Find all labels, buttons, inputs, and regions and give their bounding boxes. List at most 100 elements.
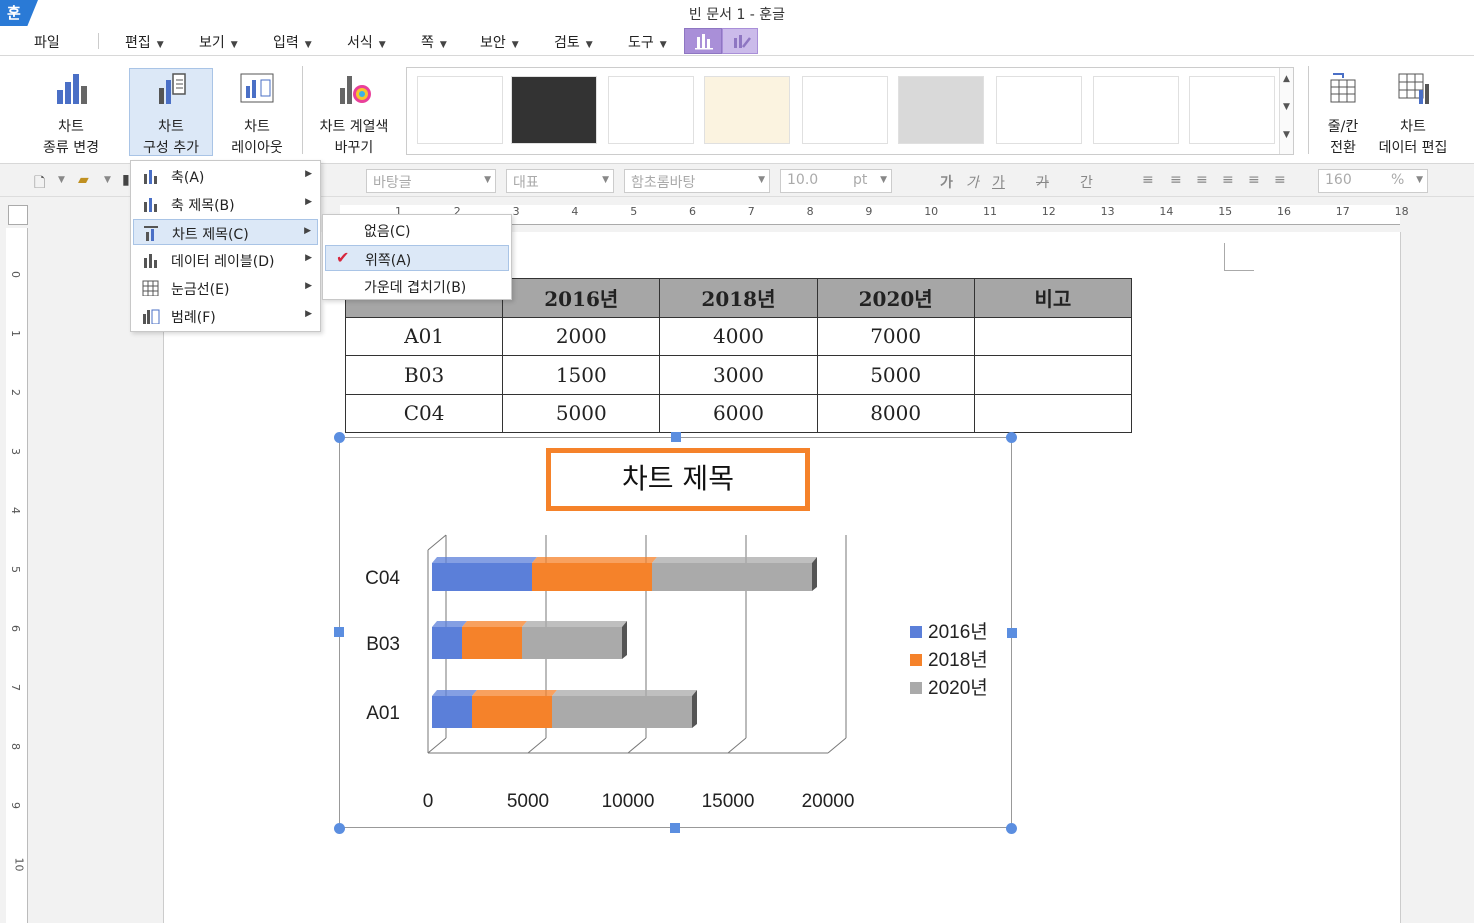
ruler-tick-label: 1 — [9, 330, 22, 337]
chart-title[interactable]: 차트 제목 — [546, 448, 810, 511]
add-chart-element-button[interactable]: 차트 구성 추가 — [129, 68, 213, 156]
change-chart-type-button[interactable]: 차트 종류 변경 — [34, 70, 108, 159]
gallery-scrollbar[interactable]: ▲ ▼ ▼ — [1279, 68, 1293, 154]
resize-handle[interactable] — [334, 432, 345, 443]
table-cell[interactable]: 4000 — [659, 316, 818, 356]
vertical-ruler[interactable]: 0 1 2 3 4 5 6 7 8 9 10 — [6, 228, 28, 923]
data-table[interactable]: 2016년 2018년 2020년 비고 A01 2000 4000 7000 … — [344, 278, 1133, 433]
change-series-color-button[interactable]: 차트 계열색 바꾸기 — [312, 70, 396, 159]
chart-style-thumb[interactable] — [1189, 76, 1275, 144]
table-cell[interactable]: 8000 — [816, 393, 975, 433]
table-cell[interactable]: 1500 — [502, 355, 661, 395]
table-header-cell[interactable]: 2020년 — [816, 278, 975, 318]
menu-review[interactable]: 검토 ▼ — [554, 32, 593, 52]
strikethrough-icon[interactable]: 가 — [1036, 172, 1049, 192]
menu-tools[interactable]: 도구 ▼ — [628, 32, 667, 52]
font-select[interactable]: 함초롬바탕 ▼ — [624, 169, 770, 193]
table-header-cell[interactable]: 2018년 — [659, 278, 818, 318]
table-cell[interactable]: C04 — [344, 393, 504, 433]
chevron-down-icon[interactable]: ▼ — [58, 175, 65, 185]
distribute-icon[interactable]: ≡ — [1248, 172, 1260, 188]
chart-element-icon — [159, 73, 186, 104]
table-cell[interactable] — [973, 393, 1133, 433]
align-right-icon[interactable]: ≡ — [1222, 172, 1234, 188]
align-center-icon[interactable]: ≡ — [1196, 172, 1208, 188]
bold-icon[interactable]: 가 — [940, 172, 953, 192]
menu-file[interactable]: 파일 — [34, 32, 60, 52]
divide-icon[interactable]: ≡ — [1274, 172, 1286, 188]
table-cell[interactable]: 6000 — [659, 393, 818, 433]
menu-insert[interactable]: 입력 ▼ — [273, 32, 312, 52]
submenu-item-none[interactable]: 없음(C) — [325, 217, 509, 243]
bar-top-face — [432, 557, 537, 563]
menu-item-axis-title[interactable]: 축 제목(B) ▶ — [133, 191, 318, 217]
font-color-icon[interactable]: 간 — [1080, 172, 1093, 192]
axis-icon — [144, 170, 157, 184]
resize-handle[interactable] — [670, 823, 680, 833]
edit-chart-data-button[interactable]: 차트 데이터 편집 — [1376, 70, 1450, 159]
chart-layout-button[interactable]: 차트 레이아웃 — [222, 70, 292, 159]
chevron-down-icon: ▼ — [585, 40, 593, 50]
menu-item-axis[interactable]: 축(A) ▶ — [133, 163, 318, 189]
align-left-icon[interactable]: ≡ — [1170, 172, 1182, 188]
chart-style-thumb[interactable] — [1093, 76, 1179, 144]
italic-icon[interactable]: 가 — [966, 172, 979, 192]
chart-style-thumb[interactable] — [802, 76, 888, 144]
chart-style-thumb[interactable] — [417, 76, 503, 144]
menu-page[interactable]: 쪽 ▼ — [421, 32, 447, 52]
align-justify-icon[interactable]: ≡ — [1142, 172, 1156, 188]
underline-icon[interactable]: 가 — [992, 172, 1005, 192]
menu-security[interactable]: 보안 ▼ — [480, 32, 519, 52]
chart-style-thumb[interactable] — [898, 76, 984, 144]
table-cell[interactable]: 7000 — [816, 316, 975, 356]
menu-item-legend[interactable]: 범례(F) ▶ — [133, 303, 318, 329]
zoom-input[interactable]: 160% ▼ — [1318, 169, 1428, 193]
resize-handle[interactable] — [1006, 432, 1017, 443]
table-cell[interactable]: 5000 — [816, 355, 975, 395]
resize-handle[interactable] — [334, 823, 345, 834]
chart-design-tab[interactable] — [684, 28, 722, 54]
submenu-item-above[interactable]: ✔ 위쪽(A) — [325, 245, 509, 271]
chart-style-thumb[interactable] — [996, 76, 1082, 144]
menu-item-chart-title[interactable]: 차트 제목(C) ▶ — [133, 219, 318, 245]
chart-format-tab[interactable] — [722, 28, 758, 54]
chart-style-thumb[interactable] — [608, 76, 694, 144]
table-header-cell[interactable]: 2016년 — [502, 278, 661, 318]
chevron-down-icon: ▼ — [659, 40, 667, 50]
menu-format[interactable]: 서식 ▼ — [347, 32, 386, 52]
new-document-icon[interactable]: 🗋 — [34, 172, 45, 196]
open-folder-icon[interactable]: ▰ — [78, 172, 89, 188]
x-tick-label: 15000 — [702, 791, 755, 812]
submenu-item-centered-overlay[interactable]: 가운데 겹치기(B) — [325, 273, 509, 299]
menu-edit[interactable]: 편집 ▼ — [125, 32, 164, 52]
table-cell[interactable]: 5000 — [502, 393, 661, 433]
save-icon[interactable]: ▮ — [122, 172, 130, 188]
table-cell[interactable] — [973, 355, 1133, 395]
chart-plot-area[interactable]: 0 5000 10000 15000 20000 A01 B03 C04 2016년 2018년 2… — [340, 520, 1010, 820]
chart-style-thumb[interactable] — [704, 76, 790, 144]
bar-2020년-A01 — [552, 696, 692, 728]
bar-top-face — [652, 557, 817, 563]
ruler-corner[interactable] — [8, 205, 28, 225]
switch-row-col-icon — [1330, 73, 1356, 103]
table-cell[interactable] — [973, 316, 1133, 356]
switch-row-column-button[interactable]: 줄/칸 전환 — [1316, 70, 1370, 159]
font-size-input[interactable]: 10.0 pt ▼ — [780, 169, 892, 193]
menu-item-gridlines[interactable]: 눈금선(E) ▶ — [133, 275, 318, 301]
table-header-cell[interactable]: 비고 — [973, 278, 1133, 318]
outline-select[interactable]: 대표 ▼ — [506, 169, 614, 193]
table-cell[interactable]: 2000 — [502, 316, 661, 356]
table-cell[interactable]: 3000 — [659, 355, 818, 395]
table-cell[interactable]: B03 — [344, 355, 504, 395]
scroll-up-icon[interactable]: ▲ — [1280, 74, 1293, 84]
gallery-expand-icon[interactable]: ▼ — [1280, 130, 1293, 140]
menu-view[interactable]: 보기 ▼ — [199, 32, 238, 52]
resize-handle[interactable] — [671, 432, 681, 442]
chevron-down-icon[interactable]: ▼ — [104, 175, 111, 185]
scroll-down-icon[interactable]: ▼ — [1280, 102, 1293, 112]
chart-style-thumb[interactable] — [511, 76, 597, 144]
table-cell[interactable]: A01 — [344, 316, 504, 356]
menu-item-data-label[interactable]: 데이터 레이블(D) ▶ — [133, 247, 318, 273]
resize-handle[interactable] — [1006, 823, 1017, 834]
style-select[interactable]: 바탕글 ▼ — [366, 169, 496, 193]
